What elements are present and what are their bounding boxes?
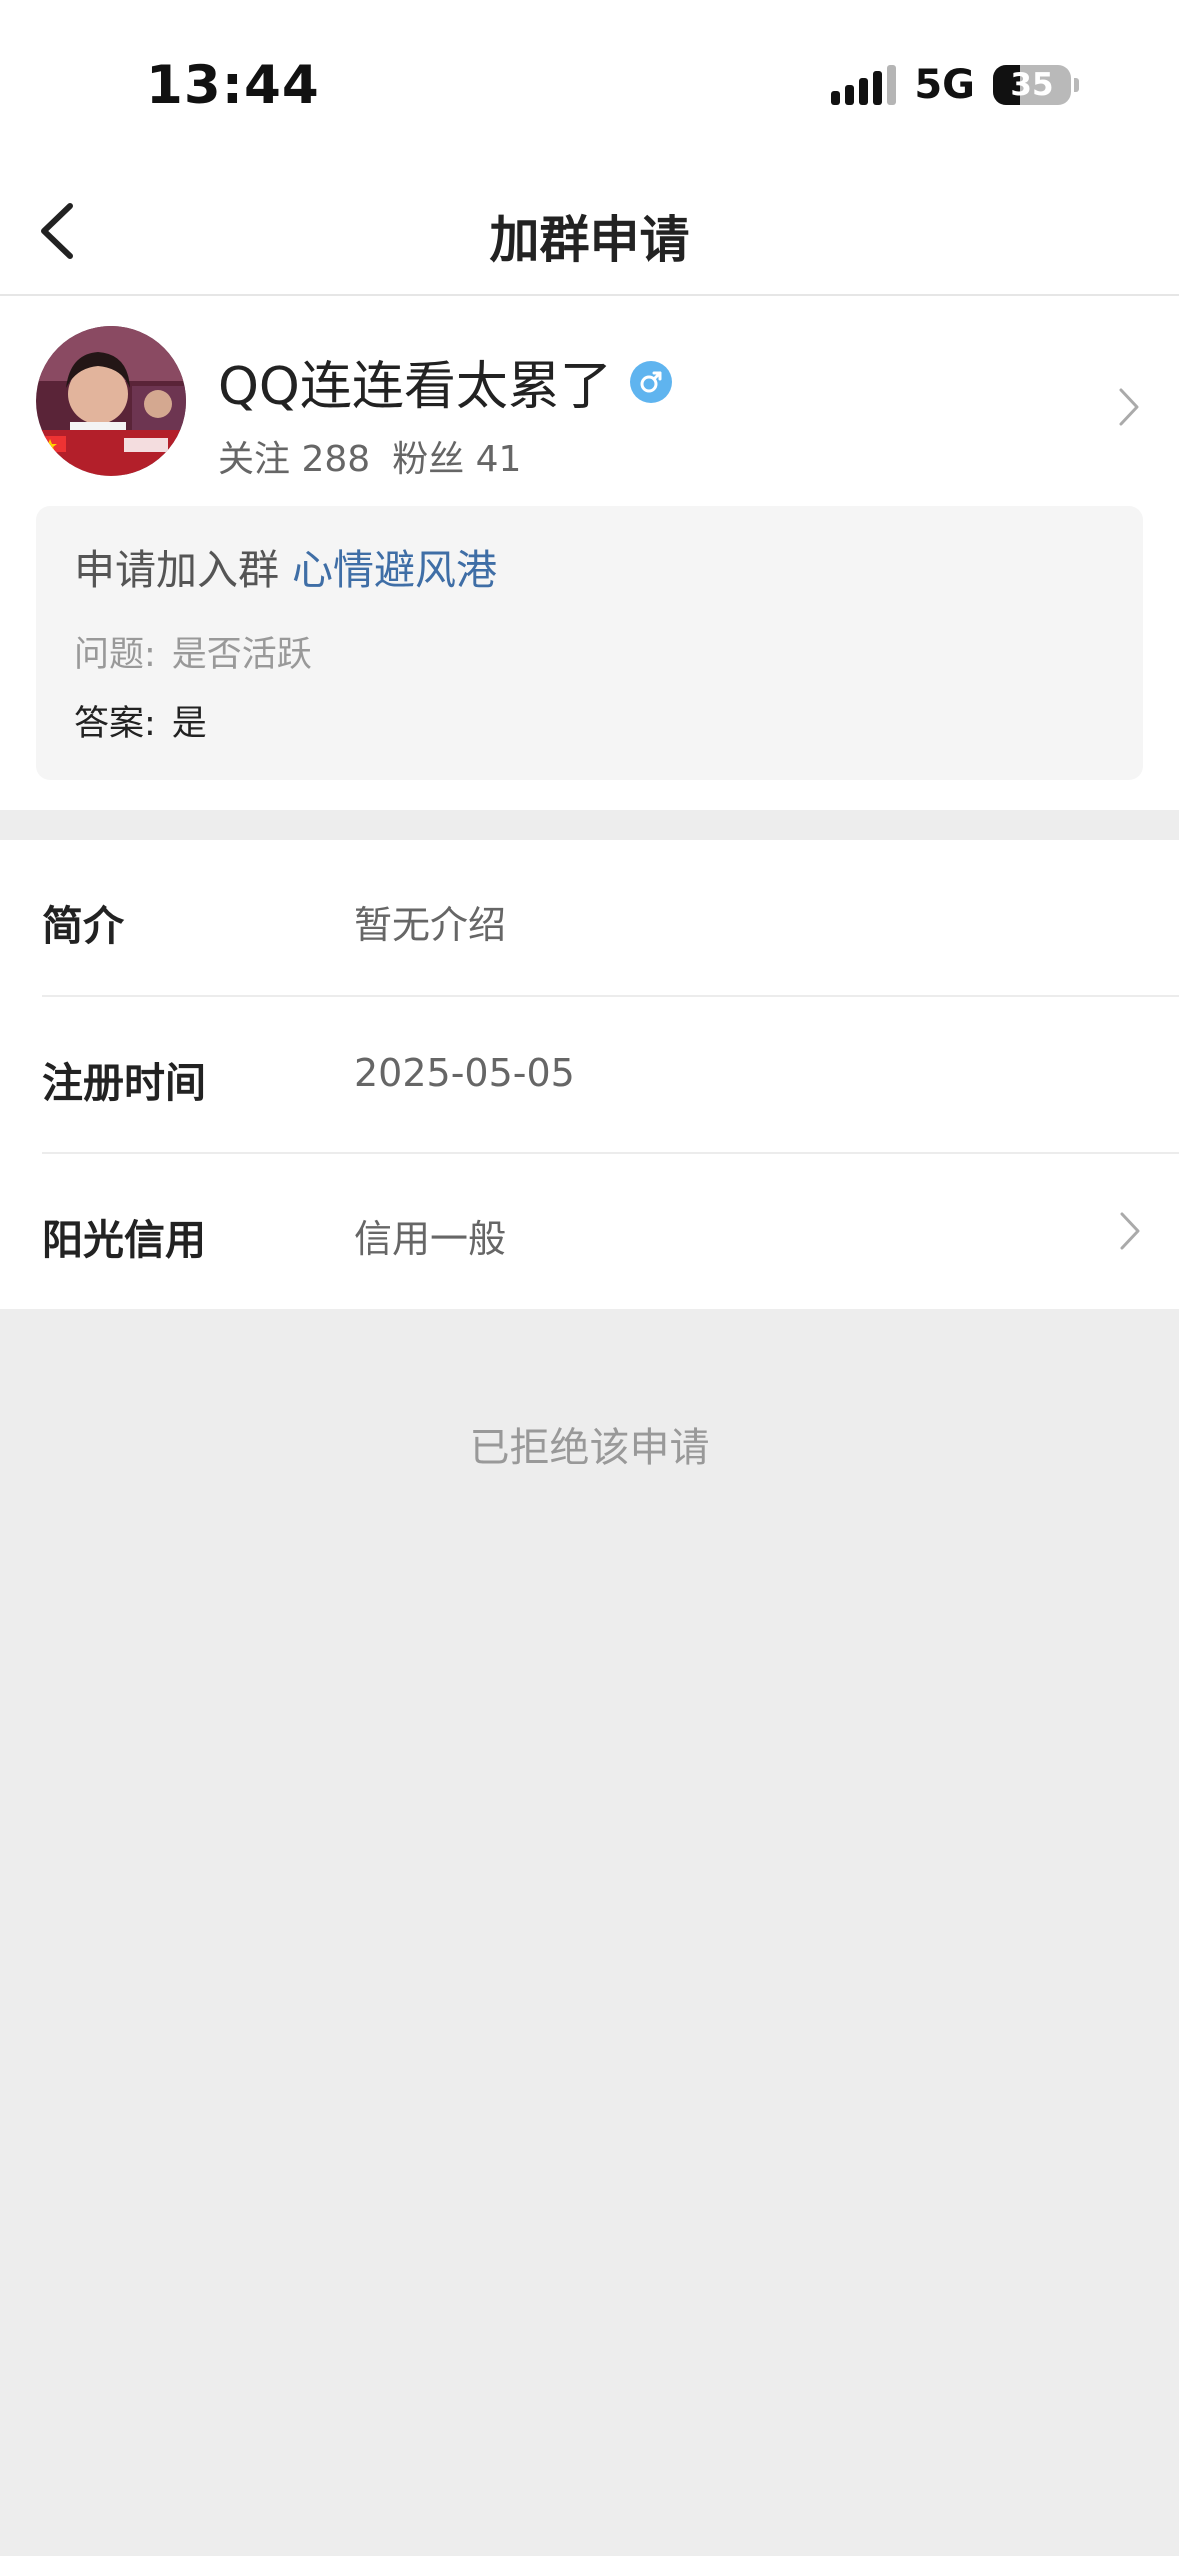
request-card: 申请加入群 心情避风港 问题: 是否活跃 答案: 是 <box>36 506 1143 780</box>
answer-label: 答案: <box>74 704 156 744</box>
user-name: QQ连连看太累了 <box>218 357 612 417</box>
page-title: 加群申请 <box>489 211 690 269</box>
chevron-right-icon[interactable] <box>1117 1210 1143 1252</box>
user-name-line: QQ连连看太累了 <box>218 344 672 419</box>
info-row-register-date: 注册时间 2025-05-05 <box>42 997 1179 1154</box>
register-date-value: 2025-05-05 <box>354 1051 575 1095</box>
navigation-bar: 加群申请 <box>0 168 1179 296</box>
info-row-credit[interactable]: 阳光信用 信用一般 <box>42 1154 1179 1309</box>
battery-level: 35 <box>1010 67 1054 103</box>
signal-strength-icon <box>831 65 897 105</box>
request-status-message: 已拒绝该申请 <box>469 1425 710 1471</box>
user-stats: 关注 288 粉丝 41 <box>218 430 521 482</box>
bio-label: 简介 <box>42 902 124 950</box>
avatar[interactable] <box>36 326 186 476</box>
answer-line: 答案: 是 <box>74 695 1105 746</box>
following-stat: 关注 288 <box>218 430 370 482</box>
question-line: 问题: 是否活跃 <box>74 626 1105 677</box>
request-line: 申请加入群 心情避风港 <box>74 536 1105 596</box>
following-count: 288 <box>301 439 371 480</box>
network-type: 5G <box>914 62 975 108</box>
followers-label: 粉丝 <box>392 439 465 480</box>
register-date-label: 注册时间 <box>42 1059 206 1107</box>
request-prefix: 申请加入群 <box>74 546 279 594</box>
question-label: 问题: <box>74 635 156 675</box>
answer-text: 是 <box>171 704 207 744</box>
following-label: 关注 <box>218 439 291 480</box>
followers-stat: 粉丝 41 <box>392 430 521 482</box>
group-name-link[interactable]: 心情避风港 <box>292 546 497 594</box>
followers-count: 41 <box>475 439 522 480</box>
battery-icon: 35 <box>993 65 1071 105</box>
chevron-right-icon[interactable] <box>1115 386 1143 428</box>
bio-value: 暂无介绍 <box>354 903 507 947</box>
status-time: 13:44 <box>146 55 320 116</box>
status-bar: 13:44 5G 35 <box>0 0 1179 168</box>
credit-label: 阳光信用 <box>42 1216 206 1264</box>
credit-value: 信用一般 <box>354 1217 507 1261</box>
avatar-image <box>36 326 186 476</box>
profile-section: QQ连连看太累了 关注 288 粉丝 41 申请加入群 心情避风港 问题: 是否… <box>0 296 1179 840</box>
battery-tip <box>1074 78 1079 92</box>
top-area: 13:44 5G 35 加群申请 <box>0 0 1179 296</box>
male-icon <box>629 360 672 403</box>
info-list: 简介 暂无介绍 注册时间 2025-05-05 阳光信用 信用一般 <box>0 840 1179 1309</box>
status-indicators: 5G 35 <box>831 62 1079 108</box>
profile-header[interactable]: QQ连连看太累了 关注 288 粉丝 41 <box>36 296 1143 506</box>
question-text: 是否活跃 <box>171 635 312 675</box>
info-row-bio: 简介 暂无介绍 <box>42 840 1179 997</box>
male-symbol-icon <box>640 371 662 392</box>
